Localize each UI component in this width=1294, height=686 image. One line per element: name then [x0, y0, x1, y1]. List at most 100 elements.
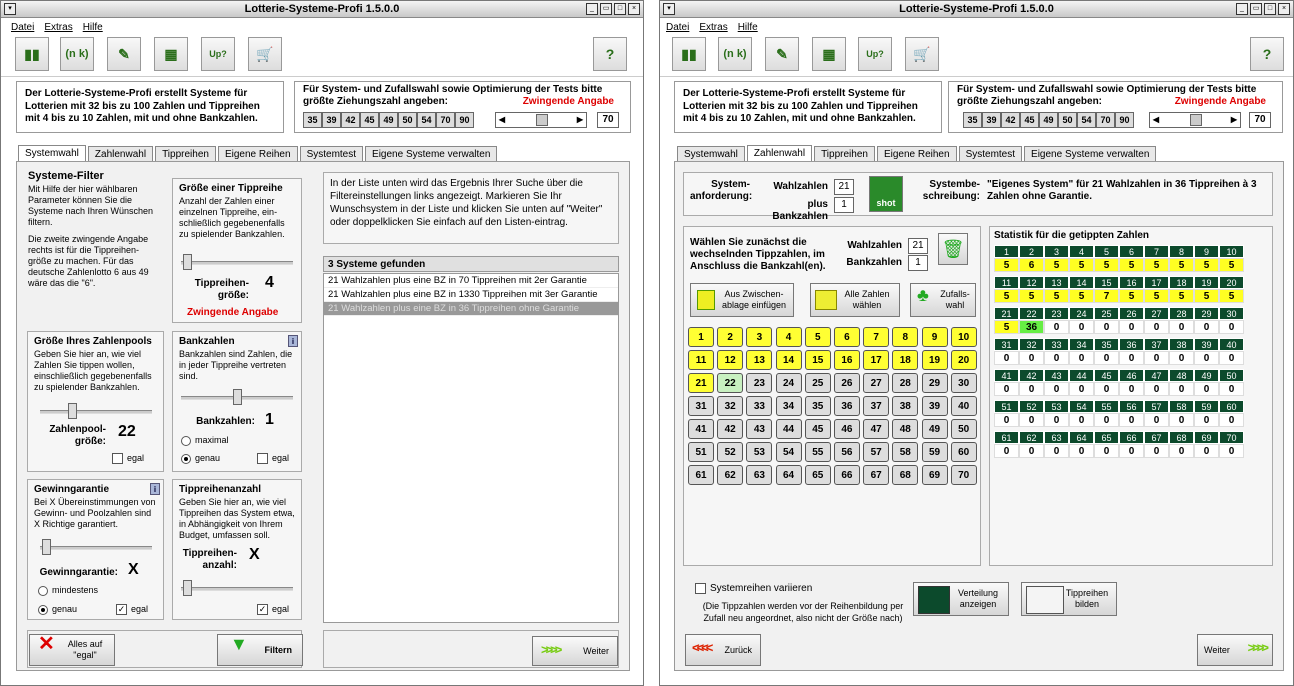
number-cell[interactable]: 48 [892, 419, 919, 439]
number-cell[interactable]: 1 [688, 327, 714, 347]
number-cell[interactable]: 58 [892, 442, 919, 462]
maximize-button[interactable]: □ [1264, 3, 1276, 15]
preset-39[interactable]: 39 [322, 112, 341, 128]
number-cell[interactable]: 50 [950, 419, 977, 439]
bankzahlen-egal-checkbox[interactable]: egal [257, 453, 289, 464]
gewinngarantie-egal-checkbox[interactable]: ✓ egal [116, 604, 148, 615]
preset-42[interactable]: 42 [1001, 112, 1020, 128]
number-cell[interactable]: 23 [746, 373, 773, 393]
tippreihenanzahl-slider[interactable] [181, 580, 293, 596]
tab-tippreihen[interactable]: Tippreihen [814, 146, 875, 161]
number-cell[interactable]: 57 [863, 442, 890, 462]
restore-button[interactable]: ▭ [600, 3, 612, 15]
result-item[interactable]: 21 Wahlzahlen plus eine BZ in 1330 Tippr… [324, 288, 618, 302]
tippreihe-slider[interactable] [181, 254, 293, 270]
calculator-icon[interactable]: ▦ [154, 37, 188, 71]
minimize-button[interactable]: _ [586, 3, 598, 15]
number-cell[interactable]: 60 [950, 442, 977, 462]
update-icon[interactable]: Up? [858, 37, 892, 71]
number-cell[interactable]: 37 [863, 396, 890, 416]
shopping-cart-icon[interactable]: 🛒 [248, 37, 282, 71]
menu-hilfe[interactable]: Hilfe [738, 22, 758, 33]
number-cell[interactable]: 32 [717, 396, 744, 416]
ziehung-slider[interactable]: ◀ ▶ [1149, 112, 1241, 128]
number-cell[interactable]: 64 [775, 465, 802, 485]
preset-50[interactable]: 50 [398, 112, 417, 128]
number-cell[interactable]: 30 [950, 373, 977, 393]
slider-knob[interactable] [183, 580, 192, 596]
bankzahlen-genau-radio[interactable]: genau [181, 453, 220, 464]
tippreihen-bilden-button[interactable]: Tippreihen bilden [1021, 582, 1117, 616]
slider-right-icon[interactable]: ▶ [574, 113, 586, 127]
number-cell[interactable]: 63 [746, 465, 773, 485]
tab-tippreihen[interactable]: Tippreihen [155, 146, 216, 161]
result-item-selected[interactable]: 21 Wahlzahlen plus eine BZ in 36 Tipprei… [324, 302, 618, 316]
preset-54[interactable]: 54 [1077, 112, 1096, 128]
number-cell[interactable]: 27 [863, 373, 890, 393]
number-cell[interactable]: 19 [921, 350, 948, 370]
number-cell[interactable]: 34 [775, 396, 802, 416]
restore-button[interactable]: ▭ [1250, 3, 1262, 15]
number-cell[interactable]: 36 [833, 396, 860, 416]
preset-54[interactable]: 54 [417, 112, 436, 128]
number-cell[interactable]: 28 [892, 373, 919, 393]
number-cell[interactable]: 17 [863, 350, 890, 370]
zufallswahl-button[interactable]: ♣ Zufalls-wahl [910, 283, 976, 317]
update-icon[interactable]: Up? [201, 37, 235, 71]
number-cell[interactable]: 35 [804, 396, 831, 416]
slider-knob[interactable] [1190, 114, 1202, 126]
number-cell[interactable]: 42 [717, 419, 744, 439]
tab-eigene-systeme[interactable]: Eigene Systeme verwalten [365, 146, 498, 161]
nk-icon[interactable]: (n k) [718, 37, 752, 71]
number-cell[interactable]: 33 [746, 396, 773, 416]
calculator-icon[interactable]: ▦ [812, 37, 846, 71]
menu-datei[interactable]: Datei [666, 22, 689, 33]
info-icon[interactable]: i [150, 483, 160, 495]
slider-knob[interactable] [42, 539, 51, 555]
number-cell[interactable]: 65 [804, 465, 831, 485]
number-cell[interactable]: 2 [717, 327, 744, 347]
weiter-button[interactable]: Weiter >>>> [1197, 634, 1273, 666]
number-cell[interactable]: 41 [688, 419, 714, 439]
number-cell[interactable]: 39 [921, 396, 948, 416]
info-icon[interactable]: i [288, 335, 298, 347]
document-check-icon[interactable]: ✎ [765, 37, 799, 71]
bankzahlen-slider[interactable] [181, 389, 293, 405]
number-cell[interactable]: 62 [717, 465, 744, 485]
number-cell[interactable]: 47 [863, 419, 890, 439]
slider-left-icon[interactable]: ◀ [1150, 113, 1162, 127]
gewinngarantie-slider[interactable] [40, 539, 152, 555]
number-cell[interactable]: 24 [775, 373, 802, 393]
bankzahlen-maximal-radio[interactable]: maximal [181, 435, 229, 446]
preset-70[interactable]: 70 [1096, 112, 1115, 128]
number-cell[interactable]: 12 [717, 350, 744, 370]
maximize-button[interactable]: □ [614, 3, 626, 15]
preset-70[interactable]: 70 [436, 112, 455, 128]
help-icon[interactable]: ? [593, 37, 627, 71]
number-cell[interactable]: 44 [775, 419, 802, 439]
number-cell[interactable]: 69 [921, 465, 948, 485]
tab-eigene-systeme[interactable]: Eigene Systeme verwalten [1024, 146, 1157, 161]
number-cell[interactable]: 13 [746, 350, 773, 370]
number-cell[interactable]: 8 [892, 327, 919, 347]
preset-45[interactable]: 45 [360, 112, 379, 128]
tab-systemtest[interactable]: Systemtest [299, 146, 364, 161]
number-cell[interactable]: 70 [950, 465, 977, 485]
number-cell[interactable]: 21 [688, 373, 714, 393]
preset-50[interactable]: 50 [1058, 112, 1077, 128]
close-button[interactable]: × [1278, 3, 1290, 15]
slider-knob[interactable] [536, 114, 548, 126]
alles-egal-button[interactable]: ✕ Alles auf "egal" [29, 634, 115, 666]
number-cell[interactable]: 66 [833, 465, 860, 485]
number-cell[interactable]: 68 [892, 465, 919, 485]
tab-systemwahl[interactable]: Systemwahl [677, 146, 745, 161]
number-cell[interactable]: 54 [775, 442, 802, 462]
alle-zahlen-button[interactable]: Alle Zahlen wählen [810, 283, 900, 317]
number-cell[interactable]: 56 [833, 442, 860, 462]
number-cell[interactable]: 49 [921, 419, 948, 439]
number-cell[interactable]: 20 [950, 350, 977, 370]
preset-90[interactable]: 90 [1115, 112, 1134, 128]
preset-90[interactable]: 90 [455, 112, 474, 128]
number-cell[interactable]: 22 [717, 373, 744, 393]
slider-left-icon[interactable]: ◀ [496, 113, 508, 127]
